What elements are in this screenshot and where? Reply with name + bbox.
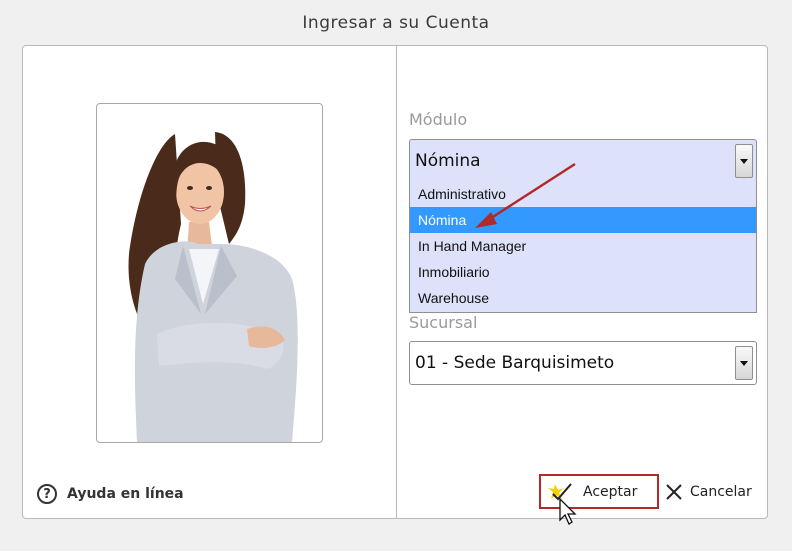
accept-button[interactable]: Aceptar [539, 474, 659, 509]
online-help-link[interactable]: ? Ayuda en línea [37, 482, 184, 506]
cancel-button[interactable]: Cancelar [664, 478, 752, 506]
modulo-select[interactable]: Nómina [409, 139, 757, 183]
online-help-label: Ayuda en línea [67, 486, 184, 502]
question-circle-icon: ? [37, 484, 57, 504]
modulo-label: Módulo [409, 110, 468, 129]
accept-button-label: Aceptar [583, 483, 638, 500]
window-title: Ingresar a su Cuenta [302, 13, 490, 33]
user-photo [96, 103, 323, 443]
modulo-option-administrativo[interactable]: Administrativo [410, 181, 756, 207]
chevron-down-icon[interactable] [735, 144, 753, 178]
modulo-option-nomina[interactable]: Nómina [410, 207, 756, 233]
sucursal-selected-value: 01 - Sede Barquisimeto [415, 353, 615, 373]
login-dialog: ? Ayuda en línea Módulo Nómina Administr… [22, 45, 768, 525]
modulo-option-inmobiliario[interactable]: Inmobiliario [410, 259, 756, 285]
close-icon [666, 484, 682, 500]
checkmark-icon [548, 482, 572, 500]
modulo-dropdown-list: Administrativo Nómina In Hand Manager In… [409, 181, 757, 313]
sucursal-label: Sucursal [409, 313, 478, 332]
modulo-option-in-hand-manager[interactable]: In Hand Manager [410, 233, 756, 259]
panel-divider [396, 46, 397, 518]
sucursal-select[interactable]: 01 - Sede Barquisimeto [409, 341, 757, 385]
modulo-option-warehouse[interactable]: Warehouse [410, 285, 756, 311]
cancel-button-label: Cancelar [690, 484, 752, 500]
modulo-selected-value: Nómina [415, 151, 481, 171]
chevron-down-icon[interactable] [735, 346, 753, 380]
